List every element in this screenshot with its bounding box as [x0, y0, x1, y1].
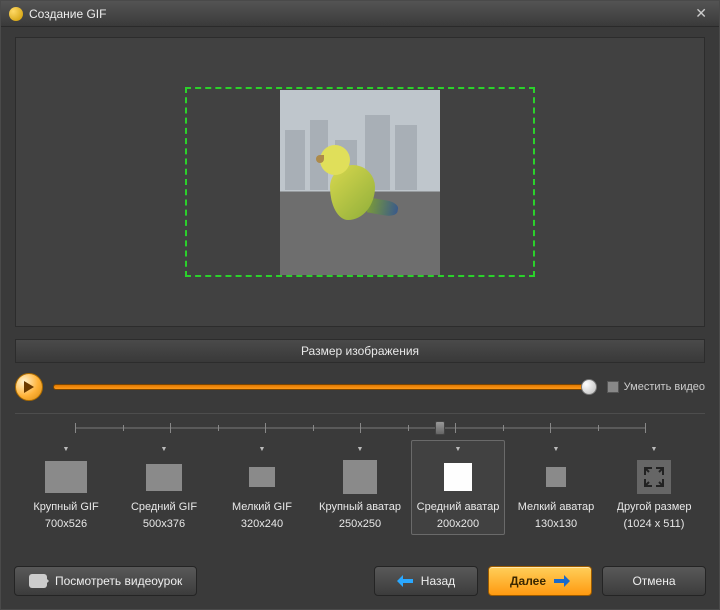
- preset-0[interactable]: ▼ Крупный GIF 700x526: [19, 440, 113, 535]
- preset-2[interactable]: ▼ Мелкий GIF 320x240: [215, 440, 309, 535]
- section-header: Размер изображения: [15, 339, 705, 363]
- fit-video-checkbox[interactable]: Уместить видео: [607, 381, 705, 393]
- chevron-down-icon: ▼: [553, 447, 560, 453]
- preset-dimensions: (1024 x 511): [624, 518, 685, 530]
- arrow-right-icon: [554, 575, 570, 587]
- chevron-down-icon: ▼: [357, 447, 364, 453]
- chevron-down-icon: ▼: [161, 447, 168, 453]
- preset-swatch: [444, 463, 472, 491]
- size-ruler-thumb[interactable]: [435, 421, 445, 435]
- preset-label: Средний аватар: [417, 501, 500, 514]
- footer: Посмотреть видеоурок Назад Далее Отмена: [0, 556, 720, 610]
- preset-swatch: [343, 460, 377, 494]
- preset-dimensions: 320x240: [241, 518, 283, 530]
- app-icon: [9, 7, 23, 21]
- preset-3[interactable]: ▼ Крупный аватар 250x250: [313, 440, 407, 535]
- preset-6[interactable]: ▼ Другой размер (1024 x 511): [607, 440, 701, 535]
- preset-label: Мелкий GIF: [232, 501, 292, 514]
- chevron-down-icon: ▼: [63, 447, 70, 453]
- preset-list: ▼ Крупный GIF 700x526 ▼ Средний GIF 500x376 ▼ М…: [15, 440, 705, 535]
- preset-dimensions: 500x376: [143, 518, 185, 530]
- divider: [15, 413, 705, 414]
- chevron-down-icon: ▼: [651, 447, 658, 453]
- video-frame: [280, 90, 440, 275]
- preset-dimensions: 700x526: [45, 518, 87, 530]
- preset-swatch: [146, 464, 182, 491]
- preset-swatch: [45, 461, 87, 493]
- arrow-left-icon: [397, 575, 413, 587]
- cancel-button[interactable]: Отмена: [602, 566, 706, 596]
- preset-1[interactable]: ▼ Средний GIF 500x376: [117, 440, 211, 535]
- preset-dimensions: 200x200: [437, 518, 479, 530]
- window-title: Создание GIF: [29, 7, 106, 21]
- watch-tutorial-button[interactable]: Посмотреть видеоурок: [14, 566, 197, 596]
- preset-label: Другой размер: [617, 501, 692, 514]
- back-button[interactable]: Назад: [374, 566, 478, 596]
- close-icon[interactable]: ✕: [691, 5, 711, 22]
- next-label: Далее: [510, 574, 546, 588]
- expand-icon: [637, 460, 671, 494]
- preset-4[interactable]: ▼ Средний аватар 200x200: [411, 440, 505, 535]
- watch-tutorial-label: Посмотреть видеоурок: [55, 574, 182, 588]
- zoom-slider-thumb[interactable]: [581, 379, 597, 395]
- preset-5[interactable]: ▼ Мелкий аватар 130x130: [509, 440, 603, 535]
- size-ruler[interactable]: [75, 420, 645, 436]
- crop-selection[interactable]: [185, 87, 535, 277]
- zoom-slider-track[interactable]: [53, 384, 597, 390]
- play-button[interactable]: [15, 373, 43, 401]
- preset-swatch: [249, 467, 275, 487]
- preview-panel: [15, 37, 705, 327]
- titlebar: Создание GIF ✕: [1, 1, 719, 27]
- preset-label: Крупный GIF: [33, 501, 98, 514]
- camera-icon: [29, 574, 47, 588]
- chevron-down-icon: ▼: [455, 447, 462, 453]
- cancel-label: Отмена: [632, 574, 675, 588]
- preset-label: Мелкий аватар: [518, 501, 594, 514]
- preset-label: Средний GIF: [131, 501, 197, 514]
- back-label: Назад: [421, 574, 455, 588]
- preset-label: Крупный аватар: [319, 501, 401, 514]
- preset-dimensions: 130x130: [535, 518, 577, 530]
- checkbox-box: [607, 381, 619, 393]
- preset-swatch: [546, 467, 566, 487]
- chevron-down-icon: ▼: [259, 447, 266, 453]
- next-button[interactable]: Далее: [488, 566, 592, 596]
- preset-dimensions: 250x250: [339, 518, 381, 530]
- fit-video-label: Уместить видео: [624, 381, 705, 393]
